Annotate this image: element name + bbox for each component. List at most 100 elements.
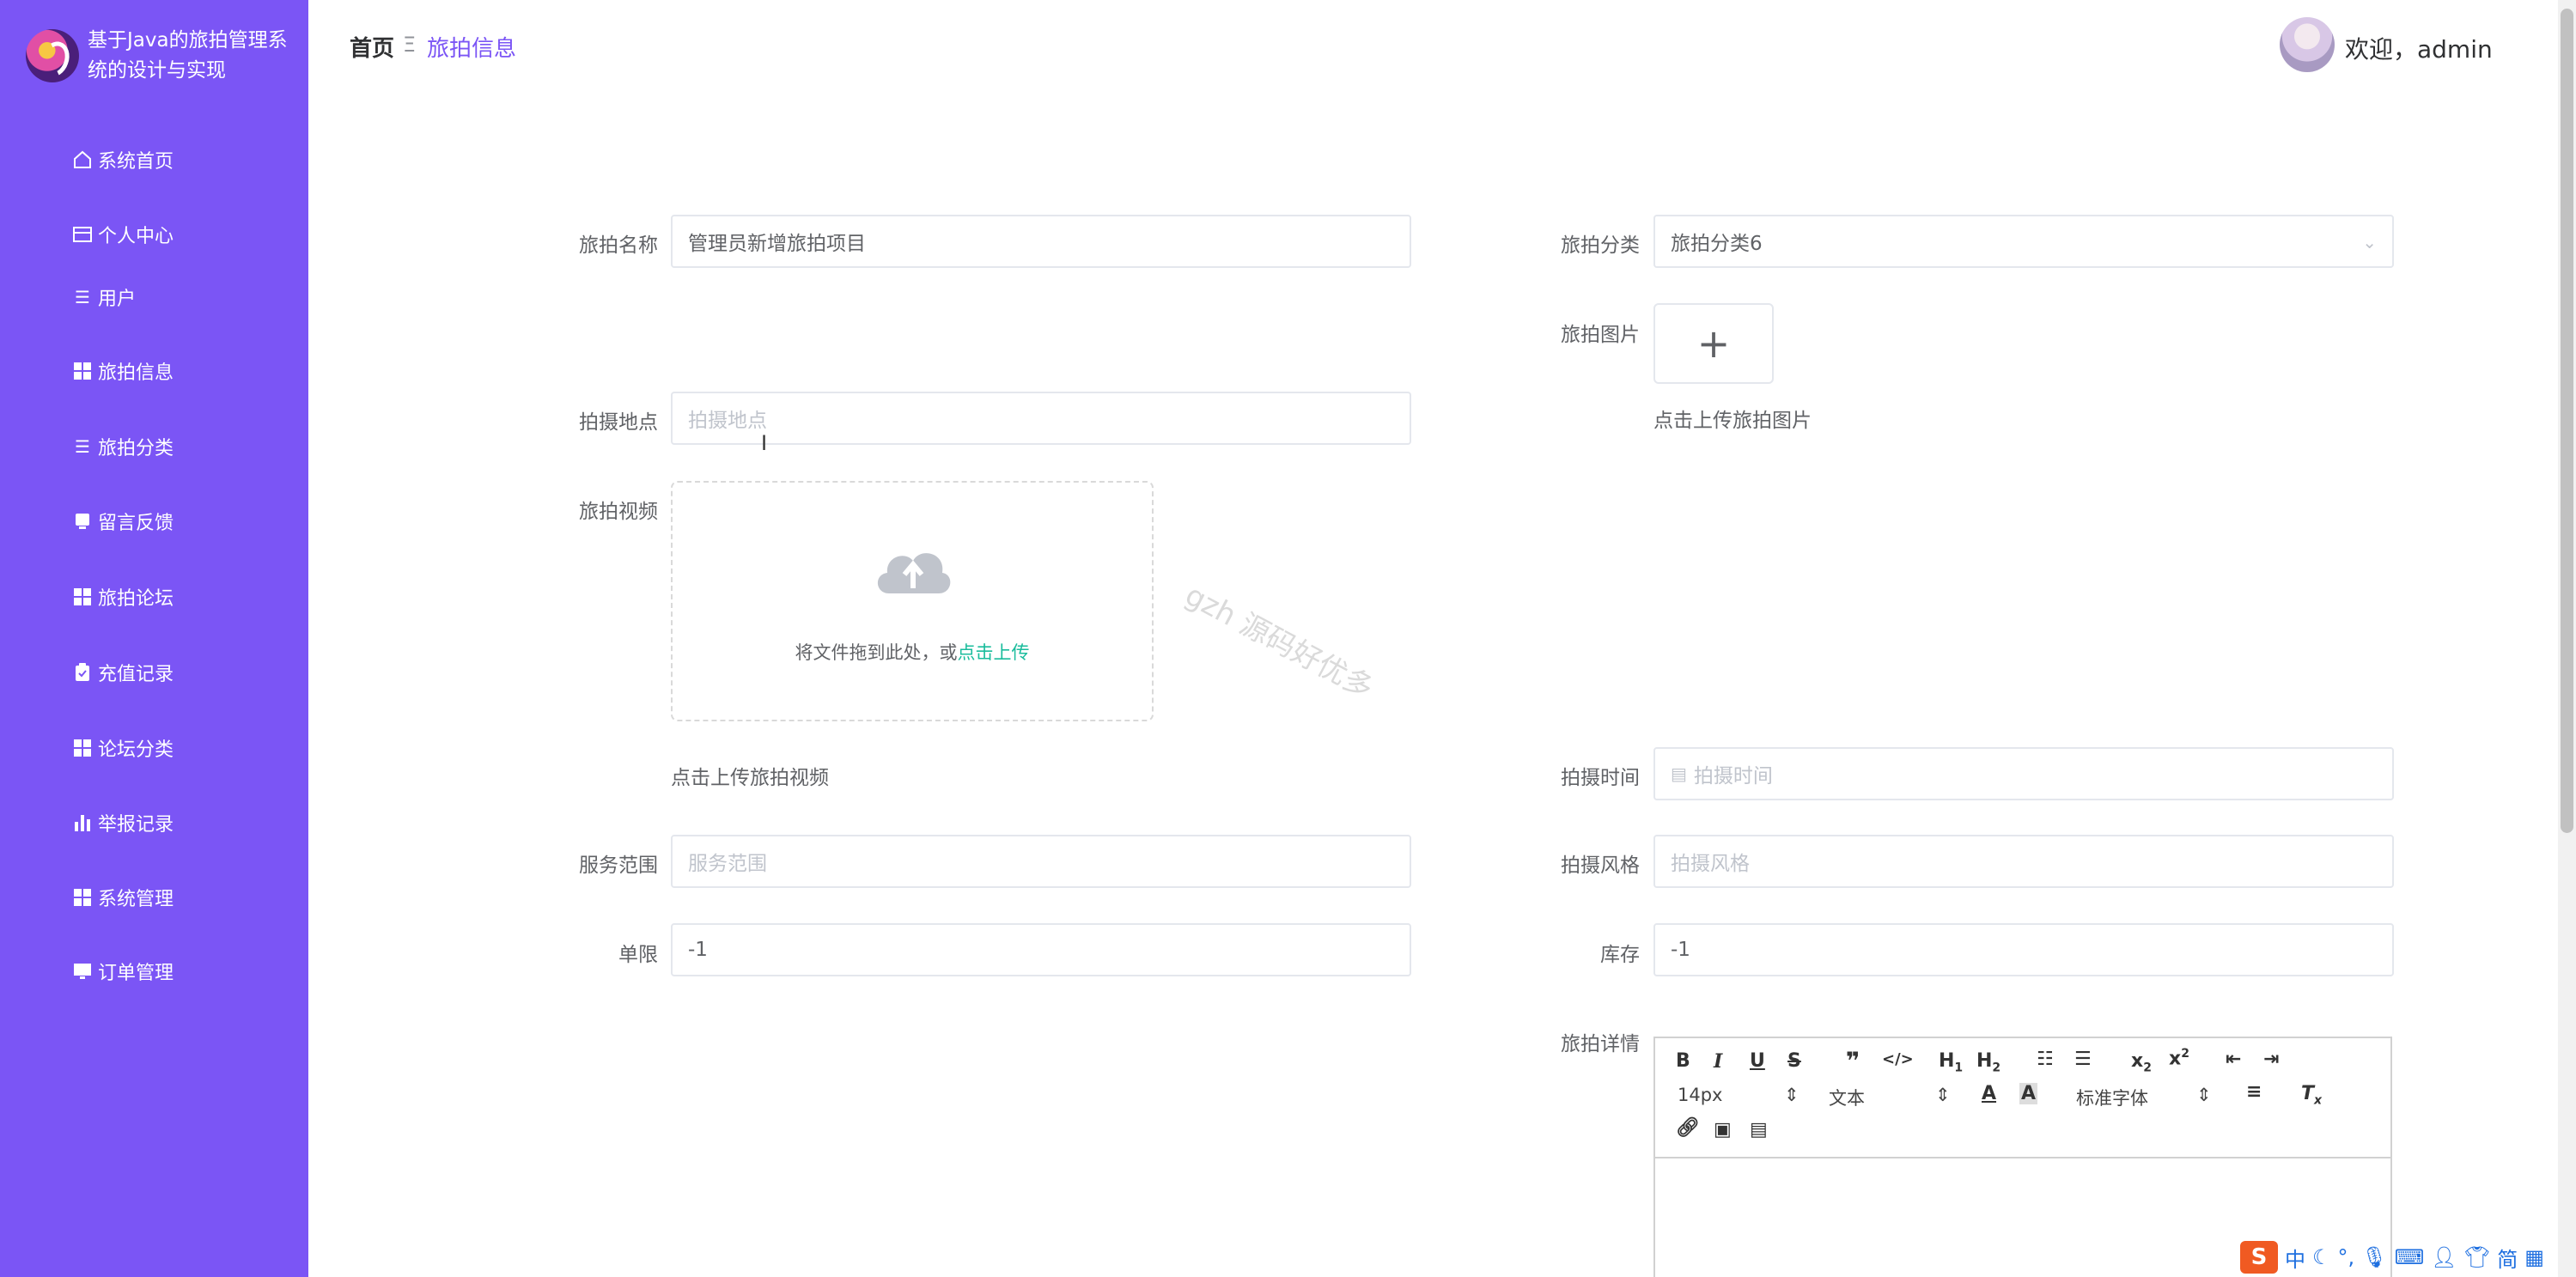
link-icon[interactable]: 🔗︎ xyxy=(1676,1117,1700,1139)
outdent-icon[interactable]: ⇤ xyxy=(2226,1049,2241,1070)
name-input[interactable]: 管理员新增旅拍项目 xyxy=(671,215,1411,268)
list-icon: ☰ xyxy=(75,287,90,307)
quote-icon[interactable]: ❞ xyxy=(1846,1047,1860,1075)
name-label: 旅拍名称 xyxy=(579,234,658,257)
ime-simplified[interactable]: 简 xyxy=(2497,1243,2518,1273)
sidebar-item-system[interactable]: 系统管理 xyxy=(72,880,174,915)
sidebar-item-label: 系统管理 xyxy=(98,889,174,910)
grid-icon xyxy=(72,738,93,758)
punctuation-icon[interactable]: °, xyxy=(2338,1245,2355,1269)
dropzone-hint: 将文件拖到此处，或 xyxy=(795,642,958,663)
italic-icon[interactable]: I xyxy=(1714,1050,1722,1073)
user-icon[interactable]: 👤︎ xyxy=(2431,1245,2457,1269)
sidebar-item-label: 旅拍信息 xyxy=(98,362,174,384)
align-icon[interactable]: ≡ xyxy=(2246,1081,2262,1103)
font-color-icon[interactable]: A xyxy=(1982,1083,1996,1104)
ime-language[interactable]: 中 xyxy=(2285,1243,2305,1273)
scope-label: 服务范围 xyxy=(579,854,658,877)
grid-icon xyxy=(72,587,93,607)
shirt-icon[interactable]: 👕︎ xyxy=(2464,1245,2490,1269)
location-input[interactable]: 拍摄地点 xyxy=(671,392,1411,445)
sidebar-item-label: 旅拍分类 xyxy=(98,438,174,459)
keyboard-icon[interactable]: ⌨ xyxy=(2395,1245,2425,1269)
indent-icon[interactable]: ⇥ xyxy=(2263,1049,2279,1070)
scrollbar-thumb[interactable] xyxy=(2561,9,2573,833)
ime-toolbar[interactable]: S 中 ☾ °, 🎙︎ ⌨ 👤︎ 👕︎ 简 ▦ xyxy=(2240,1240,2558,1274)
sidebar-item-profile[interactable]: 个人中心 xyxy=(72,217,174,252)
time-label: 拍摄时间 xyxy=(1561,767,1640,789)
bold-icon[interactable]: B xyxy=(1676,1050,1690,1072)
subscript-icon[interactable]: x2 xyxy=(2131,1050,2152,1074)
sidebar-item-label: 个人中心 xyxy=(98,226,174,247)
scrollbar[interactable] xyxy=(2558,0,2576,1277)
location-label: 拍摄地点 xyxy=(579,411,658,434)
time-picker-input[interactable]: ▤ 拍摄时间 xyxy=(1653,747,2394,800)
sidebar-item-label: 系统首页 xyxy=(98,151,174,173)
font-size-select[interactable]: 14px xyxy=(1678,1085,1722,1105)
sidebar-item-orders[interactable]: 订单管理 xyxy=(72,954,174,988)
clear-format-icon[interactable]: Tx xyxy=(2301,1083,2322,1107)
sidebar-item-recharge[interactable]: 充值记录 xyxy=(72,655,174,690)
video-icon[interactable]: ▤ xyxy=(1750,1119,1768,1140)
sidebar-item-travel-category[interactable]: ☰ 旅拍分类 xyxy=(72,429,174,464)
moon-icon[interactable]: ☾ xyxy=(2312,1245,2331,1269)
sidebar: 基于Java的旅拍管理系统的设计与实现 系统首页 个人中心 ☰ 用户 旅拍信息 … xyxy=(0,0,308,1277)
calendar-icon: ▤ xyxy=(1671,763,1687,784)
sidebar-item-feedback[interactable]: 留言反馈 xyxy=(72,504,174,538)
scope-input[interactable]: 服务范围 xyxy=(671,835,1411,888)
avatar[interactable] xyxy=(2280,17,2335,72)
underline-icon[interactable]: U xyxy=(1750,1050,1765,1072)
background-color-icon[interactable]: A xyxy=(2019,1083,2038,1104)
strikethrough-icon[interactable]: S xyxy=(1787,1050,1801,1072)
sidebar-item-report[interactable]: 举报记录 xyxy=(72,806,174,840)
grid-menu-icon[interactable]: ▦ xyxy=(2524,1245,2544,1269)
breadcrumb-separator: Ξ xyxy=(403,33,417,57)
sidebar-item-forum-category[interactable]: 论坛分类 xyxy=(72,731,174,765)
block-type-select[interactable]: 文本 xyxy=(1829,1085,1865,1110)
sidebar-item-travel-info[interactable]: 旅拍信息 xyxy=(72,354,174,388)
welcome-text[interactable]: 欢迎，admin xyxy=(2345,31,2493,65)
detail-label: 旅拍详情 xyxy=(1561,1033,1640,1055)
ordered-list-icon[interactable]: ☷ xyxy=(2037,1049,2054,1070)
monitor-icon xyxy=(72,961,93,982)
sidebar-item-users[interactable]: ☰ 用户 xyxy=(72,280,136,314)
list-icon: ☰ xyxy=(75,436,90,457)
microphone-icon[interactable]: 🎙︎ xyxy=(2361,1245,2387,1269)
image-upload-tip: 点击上传旅拍图片 xyxy=(1653,410,1812,432)
heading1-icon[interactable]: H1 xyxy=(1939,1050,1963,1074)
message-icon xyxy=(72,511,93,532)
heading2-icon[interactable]: H2 xyxy=(1976,1050,2001,1074)
chevron-updown-icon: ⇕ xyxy=(1784,1085,1800,1105)
chevron-updown-icon: ⇕ xyxy=(1935,1085,1951,1105)
sidebar-item-label: 旅拍论坛 xyxy=(98,588,174,610)
sidebar-item-label: 论坛分类 xyxy=(98,739,174,761)
style-label: 拍摄风格 xyxy=(1561,854,1640,877)
superscript-icon[interactable]: x2 xyxy=(2169,1047,2189,1069)
dropzone-upload-link[interactable]: 点击上传 xyxy=(958,642,1030,663)
grid-icon xyxy=(72,887,93,908)
home-icon xyxy=(72,149,93,170)
style-input[interactable]: 拍摄风格 xyxy=(1653,835,2394,888)
clipboard-icon xyxy=(72,662,93,683)
font-family-select[interactable]: 标准字体 xyxy=(2076,1085,2148,1110)
code-icon[interactable]: </> xyxy=(1882,1050,1914,1068)
stock-input[interactable]: -1 xyxy=(1653,923,2394,976)
breadcrumb-home[interactable]: 首页 xyxy=(350,31,394,63)
image-icon[interactable]: ▣ xyxy=(1714,1119,1732,1140)
grid-icon xyxy=(72,361,93,381)
system-title: 基于Java的旅拍管理系统的设计与实现 xyxy=(88,29,288,82)
sidebar-item-label: 留言反馈 xyxy=(98,513,174,534)
image-label: 旅拍图片 xyxy=(1561,324,1640,346)
sidebar-item-label: 举报记录 xyxy=(98,814,174,836)
sidebar-item-home[interactable]: 系统首页 xyxy=(72,143,174,177)
time-placeholder: 拍摄时间 xyxy=(1693,765,1773,787)
image-upload-button[interactable]: + xyxy=(1653,303,1774,384)
limit-input[interactable]: -1 xyxy=(671,923,1411,976)
video-upload-dropzone[interactable]: 将文件拖到此处，或点击上传 xyxy=(671,481,1154,721)
bullet-list-icon[interactable]: ☰ xyxy=(2074,1049,2092,1070)
category-select-value: 旅拍分类6 xyxy=(1671,233,1763,255)
category-select[interactable]: 旅拍分类6 ⌄ xyxy=(1653,215,2394,268)
sidebar-item-forum[interactable]: 旅拍论坛 xyxy=(72,580,174,614)
watermark: gzh 源码好优多 xyxy=(1179,578,1379,707)
chevron-down-icon: ⌄ xyxy=(2362,232,2377,252)
